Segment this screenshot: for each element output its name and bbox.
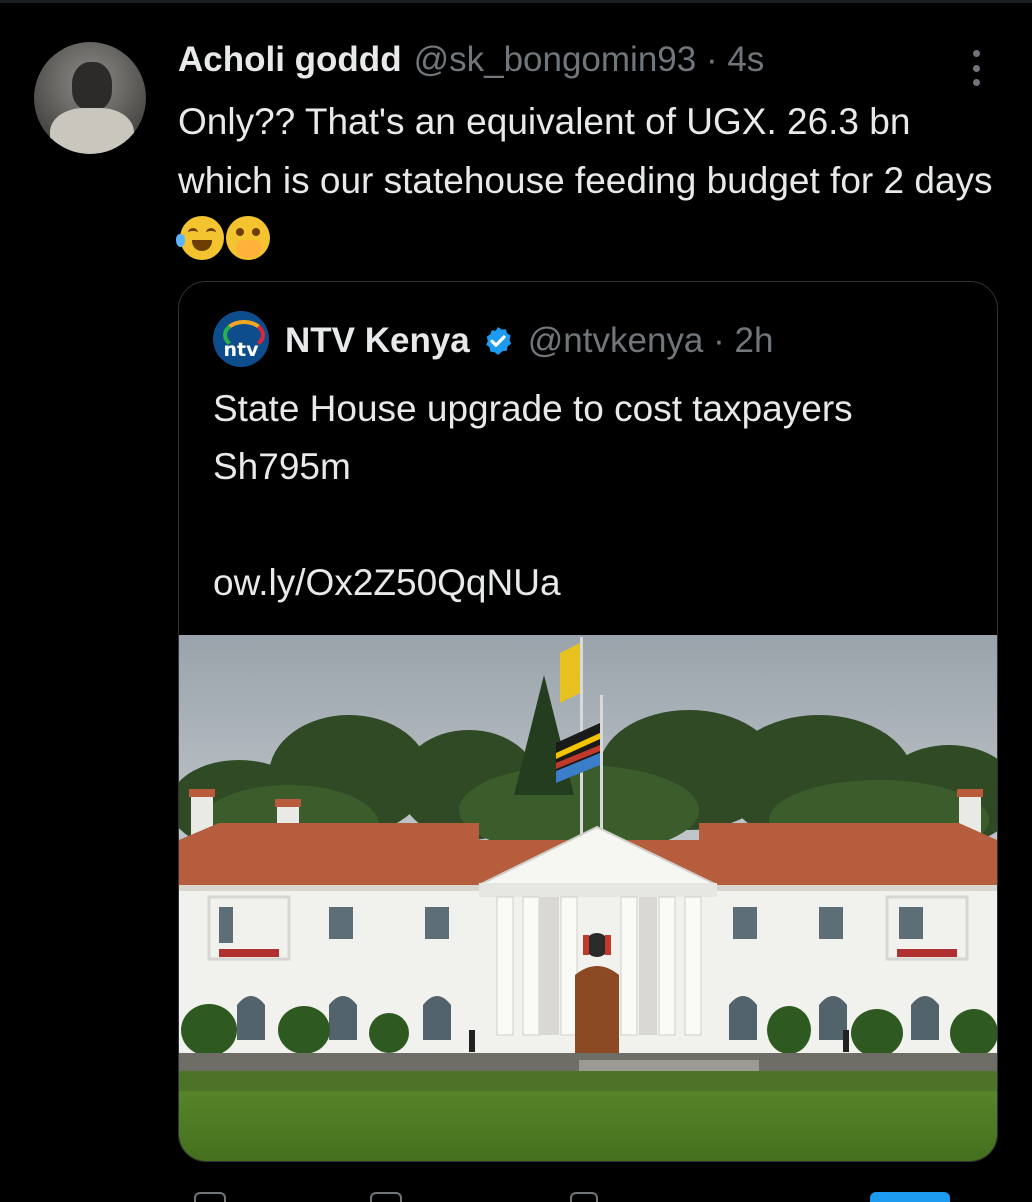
face-with-hand-over-mouth-emoji: [226, 216, 270, 260]
quoted-link[interactable]: ow.ly/Ox2Z50QqNUa: [213, 554, 561, 612]
quoted-header: NTV Kenya @ntvkenya · 2h: [285, 318, 773, 364]
like-icon[interactable]: [570, 1192, 598, 1202]
quoted-tweet-card[interactable]: ntv NTV Kenya @ntvkenya · 2h State House…: [178, 281, 998, 1162]
quoted-author-name[interactable]: NTV Kenya: [285, 321, 470, 361]
face-with-tears-of-joy-emoji: [176, 216, 224, 260]
tweet-text: Only?? That's an equivalent of UGX. 26.3…: [176, 92, 998, 269]
quoted-text: State House upgrade to cost taxpayers Sh…: [213, 388, 853, 487]
author-name[interactable]: Acholi goddd: [178, 40, 402, 80]
quoted-handle-time[interactable]: @ntvkenya · 2h: [528, 321, 774, 361]
author-handle-time[interactable]: @sk_bongomin93 · 4s: [414, 40, 765, 80]
share-icon[interactable]: [870, 1192, 950, 1202]
tweet-header: Acholi goddd @sk_bongomin93 · 4s: [178, 40, 764, 88]
tweet-actions-bar: [180, 1188, 1000, 1202]
avatar-head: [72, 62, 112, 110]
ntv-logo-text: ntv: [223, 339, 259, 361]
author-avatar[interactable]: [34, 42, 146, 154]
ntv-logo-avatar[interactable]: ntv: [213, 311, 269, 367]
state-house-photo[interactable]: [179, 635, 997, 1161]
top-divider: [0, 0, 1032, 3]
avatar-shirt: [50, 108, 134, 154]
retweet-icon[interactable]: [370, 1192, 402, 1202]
more-options-icon[interactable]: [958, 50, 994, 86]
tweet-body: Only?? That's an equivalent of UGX. 26.3…: [178, 101, 993, 201]
verified-badge-icon: [486, 327, 511, 355]
reply-icon[interactable]: [194, 1192, 226, 1202]
